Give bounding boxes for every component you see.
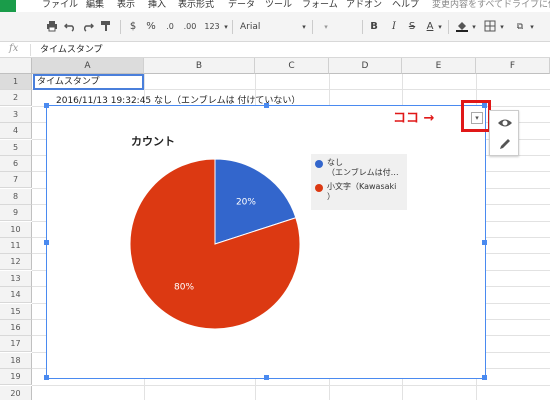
- pie-plot: 20% 80%: [129, 158, 301, 330]
- save-status: 変更内容をすべてドライブに保: [432, 0, 550, 10]
- pencil-icon[interactable]: [490, 134, 520, 156]
- chevron-down-icon[interactable]: ▾: [498, 20, 506, 34]
- grid-row-line: [32, 384, 550, 386]
- currency-icon[interactable]: $: [128, 20, 138, 34]
- font-size-select[interactable]: ▾: [320, 20, 332, 34]
- column-header-a[interactable]: A: [32, 58, 144, 74]
- decrease-decimal-button[interactable]: .0: [162, 20, 178, 34]
- legend-swatch: [315, 184, 323, 192]
- chevron-down-icon[interactable]: ▾: [528, 20, 536, 34]
- pie-chart[interactable]: カウント 20% 80% なし （エンブレムは付… 小文字（Kawasaki ） …: [44, 103, 487, 380]
- column-header-b[interactable]: B: [144, 58, 255, 74]
- row-header-5[interactable]: 5: [0, 139, 32, 156]
- toolbar: $ % .0 .00 123 ▾ Arial ▾ ▾ B I S A ▾ ▾ ▾…: [0, 12, 550, 42]
- chevron-down-icon[interactable]: ▾: [436, 20, 444, 34]
- menu-help[interactable]: ヘルプ: [392, 0, 419, 11]
- chevron-down-icon[interactable]: ▾: [300, 20, 308, 34]
- chart-side-panel: [489, 110, 519, 156]
- chevron-down-icon[interactable]: ▾: [222, 20, 230, 34]
- menu-form[interactable]: フォーム: [302, 0, 338, 11]
- legend-swatch: [315, 160, 323, 168]
- row-header-3[interactable]: 3: [0, 106, 32, 123]
- highlight-box: [461, 100, 491, 132]
- row-header-11[interactable]: 11: [0, 238, 32, 254]
- undo-icon[interactable]: [64, 20, 76, 34]
- fill-color-icon[interactable]: [456, 20, 468, 34]
- menu-edit[interactable]: 編集: [86, 0, 104, 11]
- row-header-4[interactable]: 4: [0, 123, 32, 140]
- italic-button[interactable]: I: [388, 20, 400, 34]
- column-header-c[interactable]: C: [255, 58, 329, 74]
- strikethrough-button[interactable]: S: [406, 20, 418, 34]
- paint-format-icon[interactable]: [100, 20, 112, 34]
- slice-label: 80%: [174, 283, 194, 293]
- redo-icon[interactable]: [82, 20, 94, 34]
- percent-button[interactable]: %: [146, 20, 156, 34]
- legend-label: （エンブレムは付…: [327, 168, 399, 177]
- formula-bar: fx タイムスタンプ: [0, 42, 550, 58]
- row-header-2[interactable]: 2: [0, 90, 32, 107]
- formula-input[interactable]: タイムスタンプ: [40, 44, 103, 56]
- legend-label: なし: [327, 158, 343, 167]
- row-header-8[interactable]: 8: [0, 188, 32, 205]
- chart-legend: なし （エンブレムは付… 小文字（Kawasaki ）: [311, 154, 407, 210]
- column-header-d[interactable]: D: [329, 58, 402, 74]
- text-color-button[interactable]: A: [424, 20, 436, 34]
- menu-file[interactable]: ファイル: [42, 0, 78, 11]
- borders-icon[interactable]: [484, 20, 496, 34]
- menu-addons[interactable]: アドオン: [346, 0, 382, 11]
- bold-button[interactable]: B: [368, 20, 380, 34]
- sheets-logo[interactable]: [0, 0, 16, 12]
- eye-icon[interactable]: [490, 112, 520, 134]
- annotation-text: ココ →: [393, 111, 435, 126]
- merge-cells-icon[interactable]: ⧉: [514, 20, 526, 34]
- fx-icon: fx: [9, 43, 19, 54]
- column-header-f[interactable]: F: [476, 58, 550, 74]
- row-header-19[interactable]: 19: [0, 369, 32, 386]
- print-icon[interactable]: [46, 20, 58, 34]
- column-header-e[interactable]: E: [402, 58, 476, 74]
- row-header-6[interactable]: 6: [0, 156, 32, 172]
- menu-tools[interactable]: ツール: [265, 0, 292, 11]
- slice-label: 20%: [236, 197, 256, 207]
- legend-label: 小文字（Kawasaki: [327, 182, 397, 191]
- menu-insert[interactable]: 挿入: [148, 0, 166, 11]
- row-header-12[interactable]: 12: [0, 254, 32, 271]
- row-header-9[interactable]: 9: [0, 205, 32, 222]
- more-formats-button[interactable]: 123: [202, 20, 222, 34]
- row-header-15[interactable]: 15: [0, 303, 32, 320]
- select-all-corner[interactable]: [0, 58, 32, 74]
- increase-decimal-button[interactable]: .00: [180, 20, 200, 34]
- row-header-16[interactable]: 16: [0, 320, 32, 336]
- row-header-20[interactable]: 20: [0, 385, 32, 400]
- menu-view[interactable]: 表示: [117, 0, 135, 11]
- row-header-1[interactable]: 1: [0, 74, 32, 90]
- row-header-17[interactable]: 17: [0, 336, 32, 353]
- row-header-13[interactable]: 13: [0, 270, 32, 287]
- legend-label: ）: [327, 192, 335, 201]
- row-header-14[interactable]: 14: [0, 287, 32, 304]
- menu-format[interactable]: 表示形式: [178, 0, 214, 11]
- cell-a1[interactable]: タイムスタンプ: [33, 74, 144, 90]
- font-family-select[interactable]: Arial: [240, 20, 280, 34]
- menu-bar: ファイル 編集 表示 挿入 表示形式 データ ツール フォーム アドオン ヘルプ…: [0, 0, 550, 12]
- row-header-10[interactable]: 10: [0, 221, 32, 238]
- row-header-7[interactable]: 7: [0, 172, 32, 189]
- row-header-18[interactable]: 18: [0, 352, 32, 369]
- menu-data[interactable]: データ: [228, 0, 255, 11]
- chevron-down-icon[interactable]: ▾: [470, 20, 478, 34]
